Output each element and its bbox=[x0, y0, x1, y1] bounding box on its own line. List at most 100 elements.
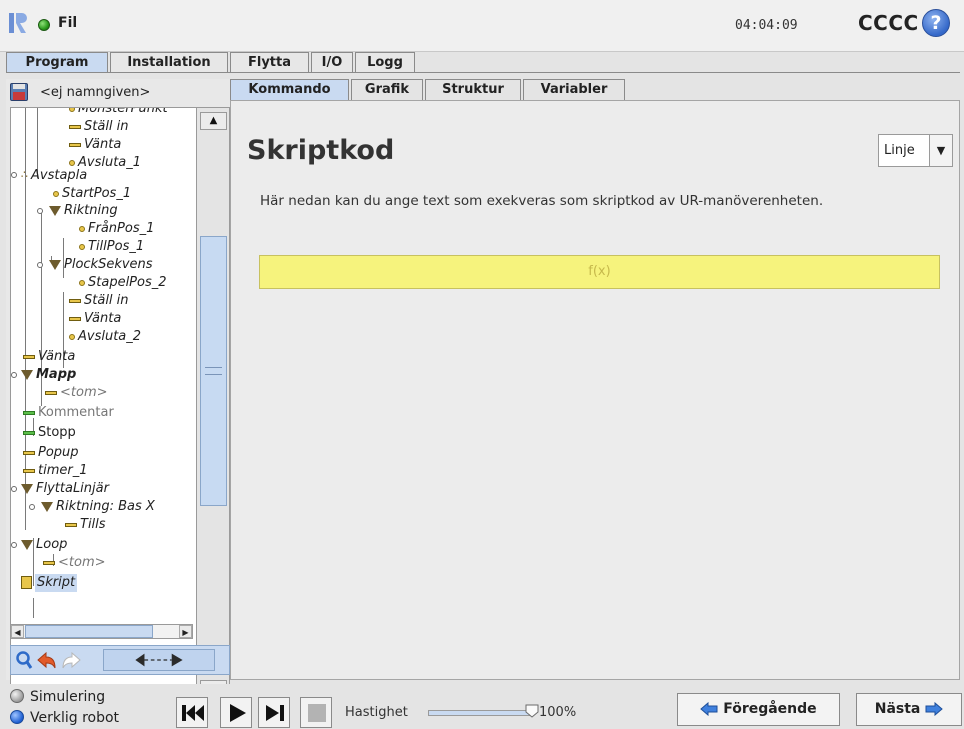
skip-back-icon bbox=[182, 705, 204, 721]
tree-item[interactable]: Loop bbox=[21, 536, 67, 554]
scroll-right-button[interactable]: ▶ bbox=[179, 625, 192, 638]
redo-icon[interactable] bbox=[61, 651, 81, 670]
grip-icon bbox=[205, 367, 222, 375]
step-forward-button[interactable] bbox=[258, 697, 290, 728]
tree-item[interactable]: Riktning bbox=[49, 202, 118, 220]
tree-item[interactable]: PlockSekvens bbox=[49, 256, 153, 274]
tab-logg[interactable]: Logg bbox=[355, 52, 415, 73]
save-icon[interactable] bbox=[10, 83, 28, 101]
tree-item[interactable]: timer_1 bbox=[23, 462, 88, 480]
tree-item[interactable]: Avsluta_2 bbox=[69, 328, 141, 346]
waypoint-icon bbox=[79, 225, 85, 232]
tree-item[interactable]: TillPos_1 bbox=[79, 238, 144, 256]
tab-flytta[interactable]: Flytta bbox=[230, 52, 309, 73]
step-forward-icon bbox=[266, 705, 284, 721]
description-text: Här nedan kan du ange text som exekveras… bbox=[260, 193, 824, 209]
chevron-down-icon[interactable]: ▼ bbox=[929, 135, 952, 166]
folder-triangle-icon bbox=[41, 501, 53, 512]
tab-io[interactable]: I/O bbox=[311, 52, 353, 73]
speed-slider-fill bbox=[429, 711, 531, 715]
comment-icon bbox=[23, 410, 35, 415]
script-mode-dropdown[interactable]: Linje ▼ bbox=[878, 134, 953, 167]
until-icon bbox=[65, 522, 77, 527]
folder-triangle-icon bbox=[21, 369, 33, 380]
tab-divider bbox=[6, 72, 960, 73]
tree-item[interactable]: Mapp bbox=[21, 366, 76, 384]
next-button[interactable]: Nästa bbox=[856, 693, 962, 726]
tree-item[interactable]: Vänta bbox=[69, 310, 121, 328]
file-menu[interactable]: Fil bbox=[58, 15, 77, 31]
skip-back-button[interactable] bbox=[176, 697, 208, 728]
script-expression-field[interactable]: f(x) bbox=[259, 255, 940, 289]
simulation-radio[interactable] bbox=[10, 689, 24, 703]
real-robot-radio[interactable] bbox=[10, 710, 24, 724]
tab-kommando[interactable]: Kommando bbox=[230, 79, 349, 100]
set-icon bbox=[69, 124, 81, 129]
scroll-left-button[interactable]: ◀ bbox=[11, 625, 24, 638]
tree-vertical-scrollbar[interactable]: ▲ ▼ bbox=[197, 107, 230, 701]
play-button[interactable] bbox=[220, 697, 252, 728]
tree-item[interactable]: Popup bbox=[23, 444, 79, 462]
top-bar: Fil 04:04:09 CCCC ? bbox=[0, 0, 964, 52]
speed-slider-thumb[interactable] bbox=[525, 704, 539, 718]
folder-triangle-icon bbox=[49, 205, 61, 216]
tree-item[interactable]: FrånPos_1 bbox=[79, 220, 154, 238]
wait-icon bbox=[23, 354, 35, 359]
tree-item[interactable]: Riktning: Bas X bbox=[41, 498, 155, 516]
tree-item[interactable]: MonsterPunkt bbox=[69, 108, 168, 118]
script-icon bbox=[21, 576, 32, 589]
real-robot-label[interactable]: Verklig robot bbox=[30, 710, 119, 726]
tree-item[interactable]: <tom> bbox=[45, 384, 108, 402]
empty-icon bbox=[45, 390, 57, 395]
popup-icon bbox=[23, 450, 35, 455]
clock: 04:04:09 bbox=[735, 18, 798, 33]
stop-button[interactable] bbox=[300, 697, 332, 728]
timer-icon bbox=[23, 468, 35, 473]
search-icon[interactable] bbox=[15, 650, 33, 670]
arrow-right-icon bbox=[925, 702, 944, 716]
set-icon bbox=[69, 298, 81, 303]
folder-triangle-icon bbox=[49, 259, 61, 270]
play-icon bbox=[230, 704, 246, 722]
program-tree-panel: <ej namngiven> MonsterPunkt Ställ in Vän… bbox=[6, 79, 230, 701]
move-node-icon[interactable] bbox=[103, 649, 215, 671]
speed-slider-track[interactable] bbox=[428, 710, 532, 716]
tree-item[interactable]: Kommentar bbox=[23, 404, 114, 422]
tree-item[interactable]: StapelPos_2 bbox=[79, 274, 167, 292]
tree-item[interactable]: StartPos_1 bbox=[53, 185, 131, 203]
scroll-up-button[interactable]: ▲ bbox=[200, 112, 227, 130]
tree-item[interactable]: ∴ Avstapla bbox=[21, 166, 87, 184]
tree-item[interactable]: FlyttaLinjär bbox=[21, 480, 109, 498]
folder-triangle-icon bbox=[21, 539, 33, 550]
previous-button[interactable]: Föregående bbox=[677, 693, 840, 726]
undo-icon[interactable] bbox=[37, 651, 57, 670]
tab-variabler[interactable]: Variabler bbox=[523, 79, 625, 100]
tree-item[interactable]: Tills bbox=[65, 516, 106, 534]
tree-item[interactable]: Vänta bbox=[69, 136, 121, 154]
waypoint-icon bbox=[69, 333, 75, 340]
help-icon[interactable]: ? bbox=[922, 9, 950, 37]
wait-icon bbox=[69, 316, 81, 321]
tree-item[interactable]: Stopp bbox=[23, 424, 76, 442]
tree-item[interactable]: <tom> bbox=[43, 554, 106, 572]
stop-icon bbox=[308, 704, 326, 722]
tree-item-selected[interactable]: Skript bbox=[21, 574, 78, 592]
scroll-thumb[interactable] bbox=[200, 236, 227, 506]
tree-item[interactable]: Ställ in bbox=[69, 292, 129, 310]
tab-installation[interactable]: Installation bbox=[110, 52, 228, 73]
waypoint-icon bbox=[69, 108, 75, 112]
tree-item[interactable]: Vänta bbox=[23, 348, 75, 366]
empty-icon bbox=[43, 560, 55, 565]
tree-item[interactable]: Ställ in bbox=[69, 118, 129, 136]
next-label: Nästa bbox=[874, 701, 921, 717]
horizontal-scroll-thumb[interactable] bbox=[25, 625, 153, 638]
speed-value: 100% bbox=[539, 705, 577, 720]
tree-horizontal-scrollbar[interactable]: ◀ ▶ bbox=[10, 624, 193, 639]
tab-program[interactable]: Program bbox=[6, 52, 108, 73]
program-tree[interactable]: MonsterPunkt Ställ in Vänta Avsluta_1 ∴ A… bbox=[10, 107, 197, 701]
simulation-label[interactable]: Simulering bbox=[30, 689, 105, 705]
tab-struktur[interactable]: Struktur bbox=[425, 79, 521, 100]
tab-grafik[interactable]: Grafik bbox=[351, 79, 423, 100]
wait-icon bbox=[69, 142, 81, 147]
robot-status-icon bbox=[38, 19, 50, 31]
